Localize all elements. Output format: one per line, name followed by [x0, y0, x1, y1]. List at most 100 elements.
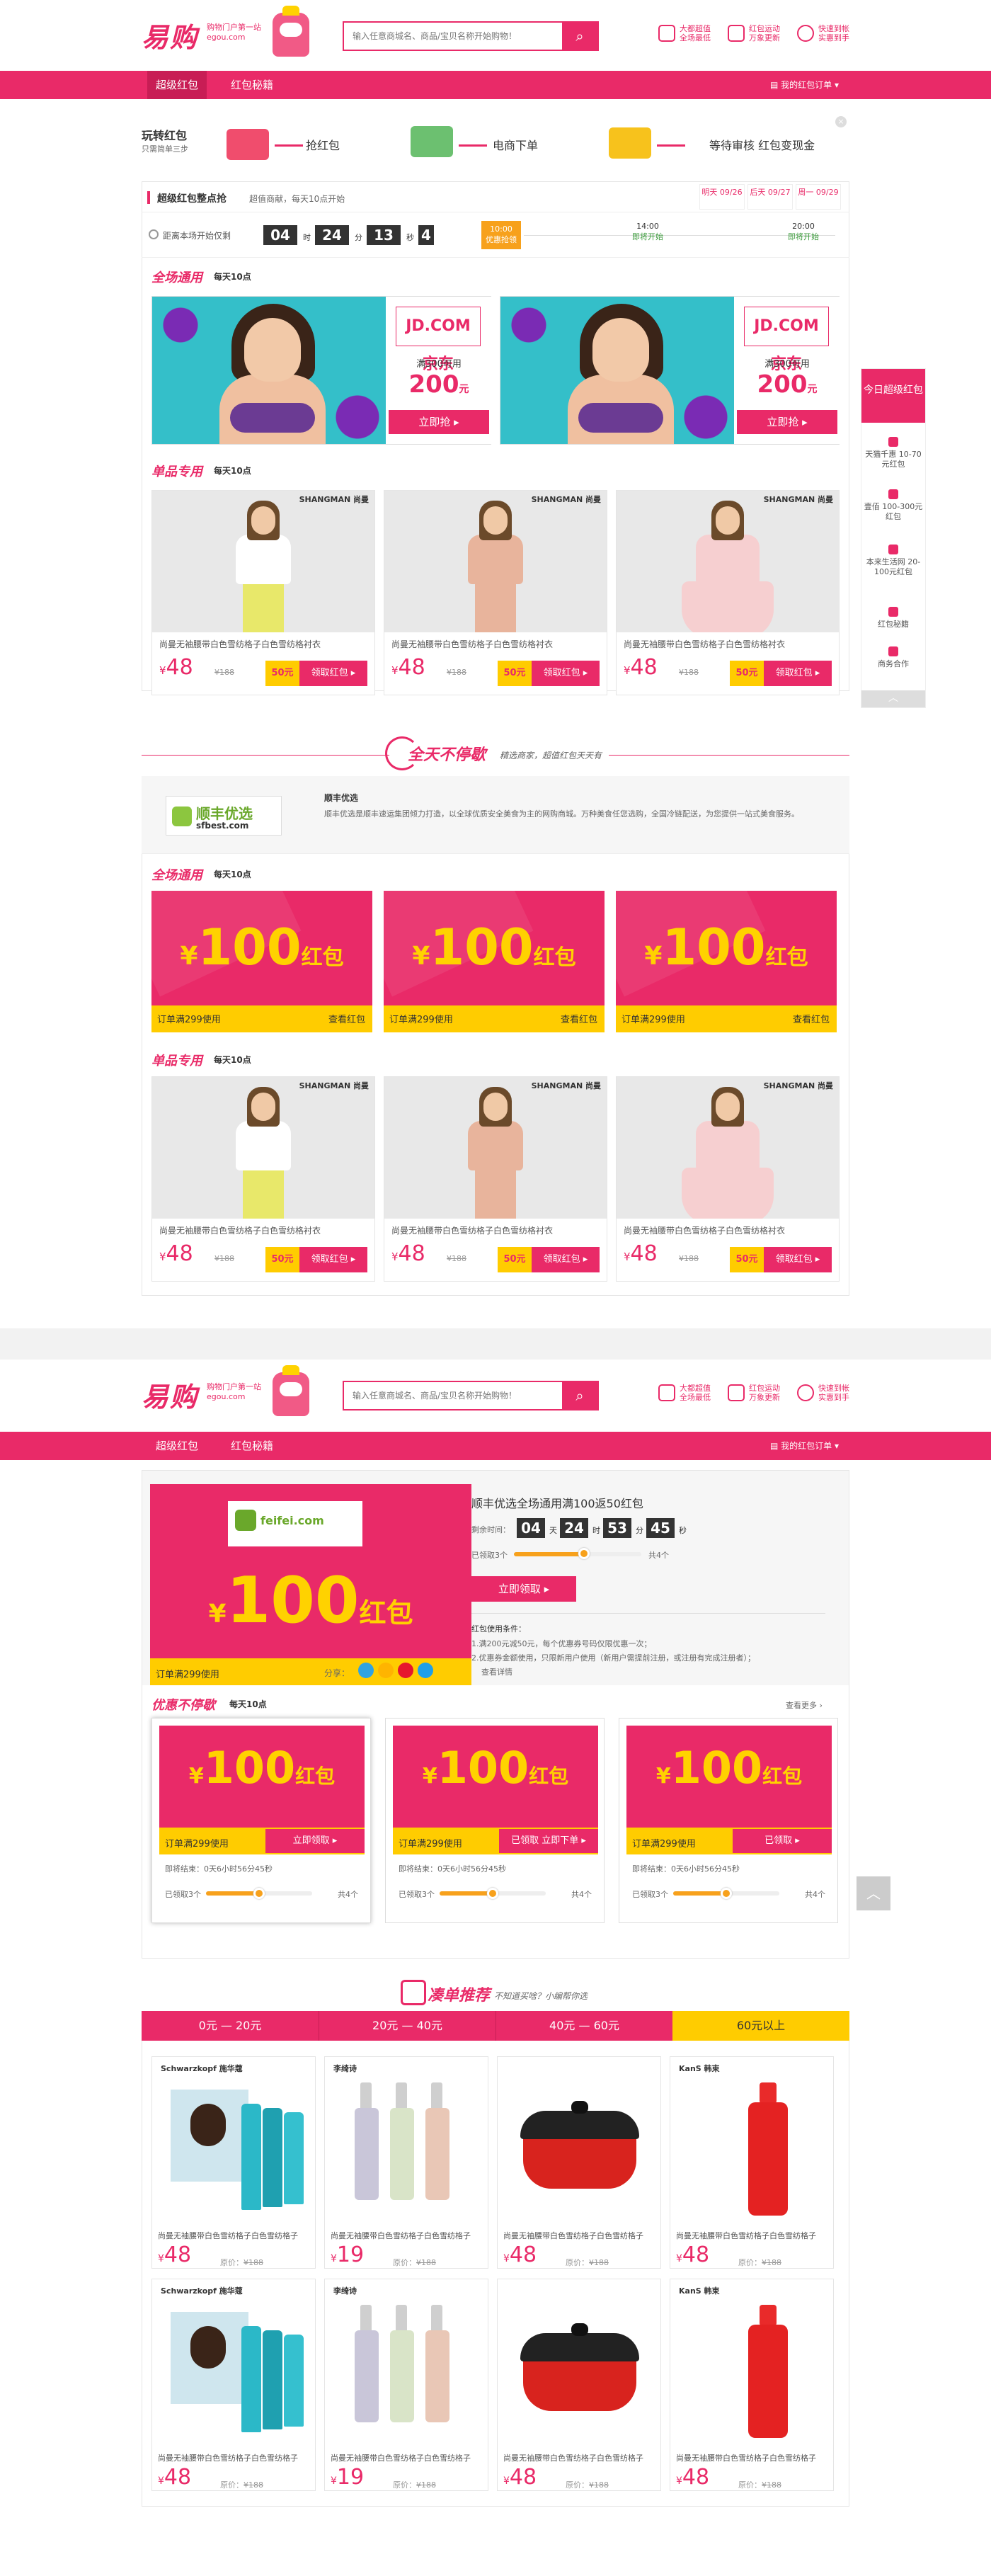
search-button[interactable]: ⌕ [562, 23, 597, 50]
search-input[interactable] [344, 1382, 556, 1409]
product-name[interactable]: 尚曼无袖腰带白色雪纺格子白色雪纺格衬衣 [624, 638, 785, 650]
product-image[interactable]: SHANGMAN 尚曼 [152, 1077, 374, 1219]
qzone-share-icon[interactable] [378, 1663, 394, 1678]
sidebar-item[interactable]: 天猫千惠 10-70元红包 [861, 437, 925, 469]
sidebar-item[interactable]: 本来生活网 20-100元红包 [861, 545, 925, 577]
product-name[interactable]: 尚曼无袖腰带白色雪纺格子白色雪纺格子 [331, 2452, 471, 2463]
view-coupon-link[interactable]: 查看红包 [561, 1012, 597, 1025]
search-button[interactable]: ⌕ [562, 1382, 597, 1409]
claim-coupon-button[interactable]: 领取红包 ▸ [764, 1247, 832, 1272]
claim-coupon-button[interactable]: 领取红包 ▸ [532, 1247, 600, 1272]
product-name[interactable]: 尚曼无袖腰带白色雪纺格子白色雪纺格子 [676, 2452, 816, 2463]
grab-button[interactable]: 立即抢 ▸ [389, 410, 489, 434]
product-name[interactable]: 尚曼无袖腰带白色雪纺格子白色雪纺格衬衣 [624, 1224, 785, 1236]
product-image[interactable]: SHANGMAN 尚曼 [617, 491, 839, 632]
progress-fill [440, 1891, 493, 1896]
sidebar-item[interactable]: 壹佰 100-300元红包 [861, 489, 925, 522]
hot-more-link[interactable]: 查看更多 › [786, 1699, 823, 1711]
product-name[interactable]: 尚曼无袖腰带白色雪纺格子白色雪纺格子 [503, 2230, 643, 2241]
product-image[interactable]: SHANGMAN 尚曼 [384, 491, 607, 632]
rec-tab[interactable]: 40元 — 60元 [496, 2011, 672, 2041]
claim-coupon-button[interactable]: 领取红包 ▸ [299, 661, 367, 686]
header-link-return[interactable]: 快速到帐 实惠到手 [797, 24, 855, 42]
rec-tab[interactable]: 20元 — 40元 [319, 2011, 496, 2041]
product-image[interactable] [502, 2284, 658, 2446]
logo[interactable]: 易购 [142, 16, 198, 55]
nav-super-coupon[interactable]: 超级红包 [147, 1432, 207, 1460]
date-tab[interactable]: 周一 09/29 [796, 184, 841, 210]
product-name[interactable]: 尚曼无袖腰带白色雪纺格子白色雪纺格衬衣 [159, 638, 321, 650]
claim-button[interactable]: 立即领取 ▸ [471, 1576, 576, 1602]
logo-sub2: egou.com [207, 33, 246, 42]
product-name[interactable]: 尚曼无袖腰带白色雪纺格子白色雪纺格子 [676, 2230, 816, 2241]
red-coupon-card[interactable]: ¥100红包 订单满299使用 查看红包 [616, 891, 837, 1032]
header-link-rebate[interactable]: 大都超值 全场最低 [658, 1384, 716, 1402]
slot-active[interactable]: 10:00 优惠抢领 [481, 221, 521, 249]
claim-button[interactable]: 立即领取 ▸ [265, 1829, 365, 1853]
product-image[interactable]: 李绮诗 [329, 2284, 485, 2446]
rec-tab[interactable]: 0元 — 20元 [142, 2011, 319, 2041]
qq-share-icon[interactable] [358, 1663, 374, 1678]
detail-countdown: 04 天 24 时 53 分 45 秒 [517, 1518, 689, 1538]
unit: 元 [807, 384, 818, 395]
back-top-icon[interactable]: ︿ [857, 1876, 890, 1910]
view-coupon-link[interactable]: 查看红包 [793, 1012, 830, 1025]
weibo-share-icon[interactable] [398, 1663, 413, 1678]
old-value: ¥188 [244, 2480, 263, 2490]
product-image[interactable]: Schwarzkopf 施华蔻 [156, 2284, 312, 2446]
product-name[interactable]: 尚曼无袖腰带白色雪纺格子白色雪纺格子 [503, 2452, 643, 2463]
nav-coupon-tips[interactable]: 红包秘籍 [222, 71, 282, 99]
back-top-icon[interactable]: ︿ [861, 690, 925, 707]
header-link-gift[interactable]: 红包运动 万象更新 [728, 24, 786, 42]
claim-button[interactable]: 已领取 立即下单 ▸ [499, 1829, 598, 1853]
merchant-logo[interactable]: 顺丰优选 sfbest.com [166, 796, 282, 836]
product-image[interactable] [502, 2061, 658, 2224]
product-name[interactable]: 尚曼无袖腰带白色雪纺格子白色雪纺格衬衣 [391, 638, 553, 650]
header-link-gift[interactable]: 红包运动 万象更新 [728, 1384, 786, 1402]
product-name[interactable]: 尚曼无袖腰带白色雪纺格子白色雪纺格衬衣 [159, 1224, 321, 1236]
grab-button[interactable]: 立即抢 ▸ [737, 410, 837, 434]
claim-coupon-button[interactable]: 领取红包 ▸ [532, 661, 600, 686]
product-price: ¥48 [159, 1241, 193, 1266]
product-image[interactable]: KanS 韩束 [675, 2061, 830, 2224]
merchant-name: 顺丰优选 [324, 793, 359, 803]
red-coupon-card[interactable]: ¥100红包 订单满299使用 查看红包 [384, 891, 605, 1032]
tencent-share-icon[interactable] [418, 1663, 433, 1678]
sidebar-item-label: 壹佰 100-300元红包 [864, 502, 923, 521]
slot[interactable]: 20:00 即将开始 [779, 221, 828, 242]
search-input[interactable] [344, 23, 556, 50]
date-tab[interactable]: 后天 09/27 [747, 184, 793, 210]
rec-tab-active[interactable]: 60元以上 [672, 2011, 849, 2041]
slot[interactable]: 14:00 即将开始 [623, 221, 672, 242]
product-image[interactable]: SHANGMAN 尚曼 [152, 491, 374, 632]
red-coupon-card[interactable]: ¥100红包 订单满299使用 查看红包 [151, 891, 372, 1032]
sidebar-item[interactable]: 红包秘籍 [861, 607, 925, 629]
product-name[interactable]: 尚曼无袖腰带白色雪纺格子白色雪纺格子 [158, 2452, 298, 2463]
price-value: 48 [164, 2465, 192, 2490]
header-link-rebate[interactable]: 大都超值 全场最低 [658, 24, 716, 42]
product-name[interactable]: 尚曼无袖腰带白色雪纺格子白色雪纺格子 [158, 2230, 298, 2241]
close-icon[interactable]: × [835, 116, 847, 127]
nav-coupon-tips[interactable]: 红包秘籍 [222, 1432, 282, 1460]
nav-my-orders[interactable]: ▤ 我的红包订单 ▾ [770, 1432, 839, 1460]
logo[interactable]: 易购 [142, 1375, 198, 1414]
steps-banner: 玩转红包 只需简单三步 抢红包 电商下单 等待审核 红包变现金 × [142, 113, 849, 177]
nav-my-orders[interactable]: ▤ 我的红包订单 ▾ [770, 71, 839, 99]
product-name[interactable]: 尚曼无袖腰带白色雪纺格子白色雪纺格衬衣 [391, 1224, 553, 1236]
product-image[interactable]: KanS 韩束 [675, 2284, 830, 2446]
claim-coupon-button[interactable]: 领取红包 ▸ [299, 1247, 367, 1272]
nav-super-coupon[interactable]: 超级红包 [147, 71, 207, 99]
product-name[interactable]: 尚曼无袖腰带白色雪纺格子白色雪纺格子 [331, 2230, 471, 2241]
product-image[interactable]: 李绮诗 [329, 2061, 485, 2224]
sidebar-item[interactable]: 商务合作 [861, 646, 925, 669]
date-tab[interactable]: 明天 09/26 [699, 184, 745, 210]
header-link-return[interactable]: 快速到帐 实惠到手 [797, 1384, 855, 1402]
claim-coupon-button[interactable]: 领取红包 ▸ [764, 661, 832, 686]
rule-more-link[interactable]: 查看详情 [471, 1665, 832, 1680]
product-image[interactable]: Schwarzkopf 施华蔻 [156, 2061, 312, 2224]
claim-button[interactable]: 已领取 ▸ [733, 1829, 832, 1853]
brand-logo: Schwarzkopf 施华蔻 [161, 2286, 243, 2296]
product-image[interactable]: SHANGMAN 尚曼 [384, 1077, 607, 1219]
view-coupon-link[interactable]: 查看红包 [328, 1012, 365, 1025]
product-image[interactable]: SHANGMAN 尚曼 [617, 1077, 839, 1219]
